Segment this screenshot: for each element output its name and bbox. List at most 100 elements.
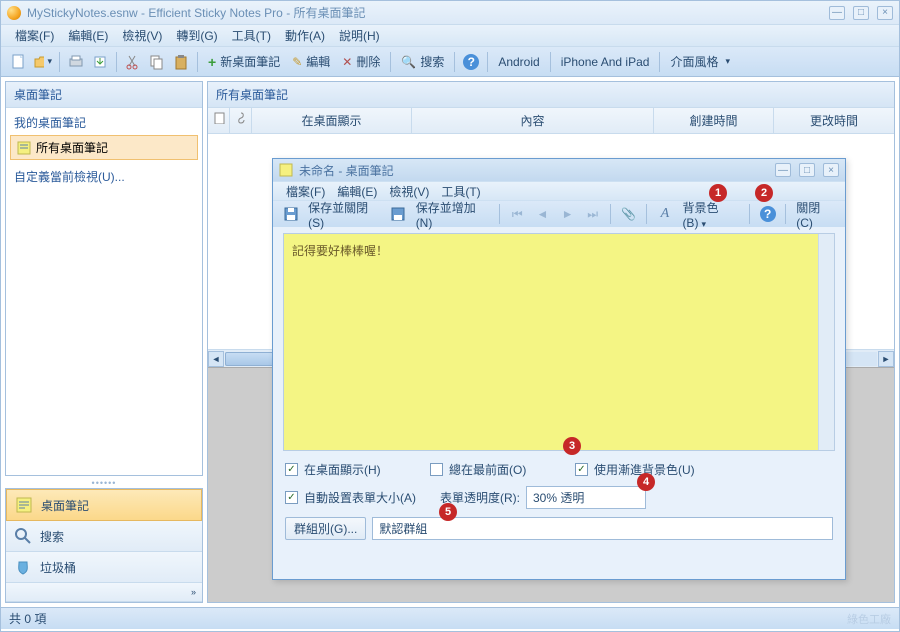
android-button[interactable]: Android xyxy=(492,53,545,71)
note-icon xyxy=(17,141,31,155)
save-close-button[interactable]: 保存並關閉(S) xyxy=(304,197,384,232)
nav-trash[interactable]: 垃圾桶 xyxy=(6,552,202,583)
dialog-menu-tools[interactable]: 工具(T) xyxy=(436,182,485,201)
delete-button[interactable]: ✕刪除 xyxy=(336,51,386,72)
col-icon2[interactable] xyxy=(230,108,252,133)
checkbox-show-desktop[interactable]: ✓ xyxy=(285,463,298,476)
dialog-menu-file[interactable]: 檔案(F) xyxy=(281,182,330,201)
toolbar: +新桌面筆記 ✎編輯 ✕刪除 🔍搜索 ? Android iPhone And … xyxy=(1,47,899,77)
tree-item-all-notes[interactable]: 所有桌面筆記 xyxy=(10,135,198,160)
dialog-minimize-button[interactable]: — xyxy=(775,163,791,177)
search-button[interactable]: 🔍搜索 xyxy=(395,51,450,72)
copy-icon[interactable] xyxy=(147,52,167,72)
open-icon[interactable] xyxy=(33,52,53,72)
left-pane-header: 桌面筆記 xyxy=(6,82,202,108)
bgcolor-button[interactable]: 背景色(B) xyxy=(678,197,743,232)
menu-edit[interactable]: 編輯(E) xyxy=(62,25,114,46)
nav-label: 垃圾桶 xyxy=(40,559,76,576)
maximize-button[interactable]: □ xyxy=(853,6,869,20)
note-vscrollbar[interactable] xyxy=(818,234,834,450)
nav-notes[interactable]: 桌面筆記 xyxy=(6,489,202,521)
col-content[interactable]: 內容 xyxy=(412,108,654,133)
group-button[interactable]: 群組別(G)... xyxy=(285,517,366,540)
new-doc-icon[interactable] xyxy=(9,52,29,72)
search-nav-icon xyxy=(14,527,32,545)
nav-prev-icon[interactable]: ◄ xyxy=(533,204,552,224)
window-title: MyStickyNotes.esnw - Efficient Sticky No… xyxy=(27,4,829,21)
badge-2: 2 xyxy=(755,184,773,202)
close-dialog-button[interactable]: 關閉(C) xyxy=(792,197,839,232)
checkbox-gradient[interactable]: ✓ xyxy=(575,463,588,476)
app-icon xyxy=(7,6,21,20)
window-titlebar: MyStickyNotes.esnw - Efficient Sticky No… xyxy=(1,1,899,25)
scroll-left-icon[interactable]: ◄ xyxy=(208,351,224,367)
col-created[interactable]: 創建時間 xyxy=(654,108,774,133)
menu-file[interactable]: 檔案(F) xyxy=(9,25,60,46)
iphone-button[interactable]: iPhone And iPad xyxy=(555,53,656,71)
trash-nav-icon xyxy=(14,558,32,576)
new-note-button[interactable]: +新桌面筆記 xyxy=(202,51,286,72)
help-dialog-icon[interactable]: ? xyxy=(758,204,777,224)
dialog-close-button[interactable]: × xyxy=(823,163,839,177)
notes-nav-icon xyxy=(15,496,33,514)
splitter-dots[interactable]: •••••• xyxy=(5,478,203,488)
tree-item-label: 所有桌面筆記 xyxy=(36,139,108,156)
help-icon[interactable]: ? xyxy=(461,52,481,72)
paste-icon[interactable] xyxy=(171,52,191,72)
menu-action[interactable]: 動作(A) xyxy=(279,25,331,46)
cut-icon[interactable] xyxy=(123,52,143,72)
menu-view[interactable]: 檢視(V) xyxy=(116,25,168,46)
nav-search[interactable]: 搜索 xyxy=(6,521,202,552)
right-pane-header: 所有桌面筆記 xyxy=(208,82,894,108)
save-add-icon[interactable] xyxy=(389,204,408,224)
save-icon[interactable] xyxy=(281,204,300,224)
print-icon[interactable] xyxy=(66,52,86,72)
font-icon[interactable]: A xyxy=(655,204,674,224)
label-show-desktop: 在桌面顯示(H) xyxy=(304,461,424,478)
badge-3: 3 xyxy=(563,437,581,455)
edit-button[interactable]: ✎編輯 xyxy=(286,51,336,72)
dialog-title: 未命名 - 桌面筆記 xyxy=(299,162,775,179)
chevron-icon: » xyxy=(191,587,196,597)
status-brand: 綠色工廠 xyxy=(847,611,891,627)
attach-icon[interactable]: 📎 xyxy=(619,204,638,224)
minimize-button[interactable]: — xyxy=(829,6,845,20)
note-textarea[interactable]: 記得要好棒棒喔！ xyxy=(283,233,835,451)
menubar: 檔案(F) 編輯(E) 檢視(V) 轉到(G) 工具(T) 動作(A) 說明(H… xyxy=(1,25,899,47)
scroll-right-icon[interactable]: ► xyxy=(878,351,894,367)
nav-next-icon[interactable]: ► xyxy=(558,204,577,224)
column-headers: 在桌面顯示 內容 創建時間 更改時間 xyxy=(208,108,894,134)
tree-header: 我的桌面筆記 xyxy=(10,112,198,133)
menu-help[interactable]: 說明(H) xyxy=(333,25,386,46)
nav-label: 桌面筆記 xyxy=(41,497,89,514)
status-count: 共 0 項 xyxy=(9,610,46,627)
col-desktop[interactable]: 在桌面顯示 xyxy=(252,108,412,133)
group-field[interactable]: 默認群組 xyxy=(372,517,833,540)
custom-view-link[interactable]: 自定義當前檢視(U)... xyxy=(10,162,198,187)
col-icon1[interactable] xyxy=(208,108,230,133)
dialog-toolbar: 保存並關閉(S) 保存並增加(N) ⏮ ◄ ► ⏭ 📎 A 背景色(B) ? 關… xyxy=(273,201,845,227)
nav-last-icon[interactable]: ⏭ xyxy=(583,204,602,224)
col-modified[interactable]: 更改時間 xyxy=(774,108,894,133)
label-always-top: 總在最前面(O) xyxy=(449,461,569,478)
close-button[interactable]: × xyxy=(877,6,893,20)
label-autosize: 自動設置表單大小(A) xyxy=(304,489,434,506)
menu-tools[interactable]: 工具(T) xyxy=(226,25,277,46)
dialog-menu-edit[interactable]: 編輯(E) xyxy=(332,182,382,201)
menu-goto[interactable]: 轉到(G) xyxy=(170,25,223,46)
badge-5: 5 xyxy=(439,503,457,521)
opacity-field[interactable]: 30% 透明 xyxy=(526,486,646,509)
save-add-button[interactable]: 保存並增加(N) xyxy=(412,197,493,232)
nav-first-icon[interactable]: ⏮ xyxy=(508,204,527,224)
dialog-menu-view[interactable]: 檢視(V) xyxy=(384,182,434,201)
nav-collapse[interactable]: » xyxy=(6,583,202,602)
style-button[interactable]: 介面風格 xyxy=(664,51,736,72)
dialog-menubar: 檔案(F) 編輯(E) 檢視(V) 工具(T) 1 2 xyxy=(273,181,845,201)
badge-4: 4 xyxy=(637,473,655,491)
dialog-maximize-button[interactable]: □ xyxy=(799,163,815,177)
note-content: 記得要好棒棒喔！ xyxy=(292,244,388,258)
import-icon[interactable] xyxy=(90,52,110,72)
dialog-note-icon xyxy=(279,163,293,177)
checkbox-autosize[interactable]: ✓ xyxy=(285,491,298,504)
checkbox-always-top[interactable] xyxy=(430,463,443,476)
